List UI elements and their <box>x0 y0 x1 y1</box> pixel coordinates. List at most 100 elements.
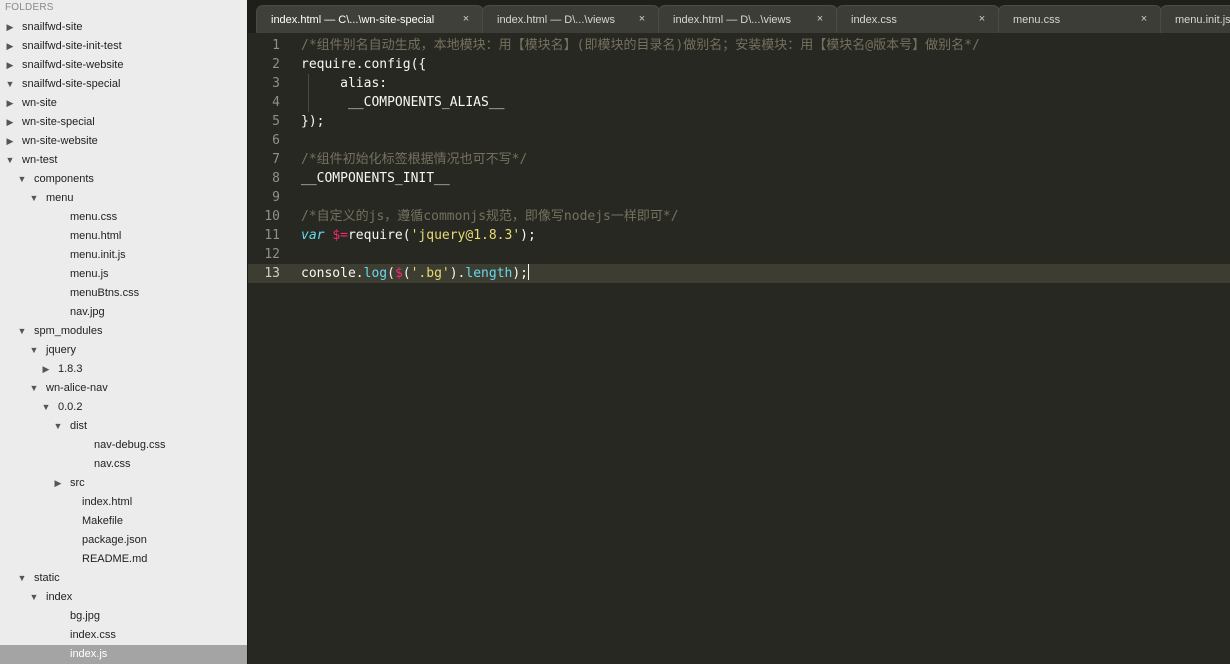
collapsed-arrow-icon[interactable]: ▶ <box>5 113 15 132</box>
line-code: alias: <box>301 74 387 93</box>
code-line[interactable]: 1 /*组件别名自动生成，本地模块：用【模块名】(即模块的目录名)做别名；安装模块… <box>248 36 1230 55</box>
tree-folder[interactable]: ▼ snailfwd-site-special <box>0 75 247 94</box>
close-tab-icon[interactable]: × <box>815 13 825 25</box>
tree-file[interactable]: package.json <box>0 531 247 550</box>
tree-folder[interactable]: ▶ wn-site-special <box>0 113 247 132</box>
tree-folder[interactable]: ▶ snailfwd-site <box>0 18 247 37</box>
collapsed-arrow-icon[interactable]: ▶ <box>5 18 15 37</box>
tree-folder[interactable]: ▶ src <box>0 474 247 493</box>
tree-folder[interactable]: ▼ wn-alice-nav <box>0 379 247 398</box>
expanded-arrow-icon[interactable]: ▼ <box>29 379 39 398</box>
tree-folder[interactable]: ▼ static <box>0 569 247 588</box>
collapsed-arrow-icon[interactable]: ▶ <box>5 37 15 56</box>
tree-file[interactable]: bg.jpg <box>0 607 247 626</box>
tree-file[interactable]: menu.css <box>0 208 247 227</box>
code-token: ); <box>512 266 529 281</box>
tree-folder[interactable]: ▼ wn-test <box>0 151 247 170</box>
tree-item-label: wn-alice-nav <box>46 382 108 394</box>
expanded-arrow-icon[interactable]: ▼ <box>17 569 27 588</box>
expanded-arrow-icon[interactable]: ▼ <box>53 417 63 436</box>
tree-item-label: wn-site-special <box>22 116 95 128</box>
tree-folder[interactable]: ▼ 0.0.2 <box>0 398 247 417</box>
tree-folder[interactable]: ▼ dist <box>0 417 247 436</box>
code-line[interactable]: 6 <box>248 131 1230 150</box>
collapsed-arrow-icon[interactable]: ▶ <box>53 474 63 493</box>
expanded-arrow-icon[interactable]: ▼ <box>41 398 51 417</box>
editor-tab[interactable]: index.css × <box>836 5 1000 33</box>
expanded-arrow-icon[interactable]: ▼ <box>29 341 39 360</box>
tree-folder[interactable]: ▶ wn-site <box>0 94 247 113</box>
code-line[interactable]: 7 /*组件初始化标签根据情况也可不写*/ <box>248 150 1230 169</box>
code-line[interactable]: 10 /*自定义的js，遵循commonjs规范，即像写nodejs一样即可*/ <box>248 207 1230 226</box>
tree-file[interactable]: menuBtns.css <box>0 284 247 303</box>
code-line[interactable]: 13 console.log($('.bg').length); <box>248 264 1230 283</box>
expanded-arrow-icon[interactable]: ▼ <box>17 322 27 341</box>
tab-label: index.html — D\...\views <box>497 14 615 26</box>
tree-folder[interactable]: ▼ index <box>0 588 247 607</box>
editor-tab[interactable]: menu.init.js <box>1160 5 1230 33</box>
sidebar: FOLDERS ▶ snailfwd-site ▶ snailfwd-site-ini… <box>0 0 247 664</box>
tree-file[interactable]: nav.jpg <box>0 303 247 322</box>
close-tab-icon[interactable]: × <box>977 13 987 25</box>
close-tab-icon[interactable]: × <box>637 13 647 25</box>
code-token: ). <box>449 266 466 281</box>
tree-file[interactable]: nav-debug.css <box>0 436 247 455</box>
code-editor[interactable]: 1 /*组件别名自动生成，本地模块：用【模块名】(即模块的目录名)做别名；安装模块… <box>248 33 1230 664</box>
collapsed-arrow-icon[interactable]: ▶ <box>41 360 51 379</box>
expanded-arrow-icon[interactable]: ▼ <box>5 75 15 94</box>
code-line[interactable]: 12 <box>248 245 1230 264</box>
line-number: 2 <box>272 57 280 72</box>
expanded-arrow-icon[interactable]: ▼ <box>5 151 15 170</box>
tree-folder[interactable]: ▼ jquery <box>0 341 247 360</box>
tree-folder[interactable]: ▶ 1.8.3 <box>0 360 247 379</box>
collapsed-arrow-icon[interactable]: ▶ <box>5 94 15 113</box>
code-line[interactable]: 2 require.config({ <box>248 55 1230 74</box>
tree-file[interactable]: menu.js <box>0 265 247 284</box>
close-tab-icon[interactable]: × <box>461 13 471 25</box>
tree-folder[interactable]: ▶ snailfwd-site-init-test <box>0 37 247 56</box>
tree-file[interactable]: menu.init.js <box>0 246 247 265</box>
tree-file[interactable]: README.md <box>0 550 247 569</box>
expanded-arrow-icon[interactable]: ▼ <box>29 189 39 208</box>
code-line[interactable]: 4 __COMPONENTS_ALIAS__ <box>248 93 1230 112</box>
code-token: var <box>301 228 325 243</box>
code-line[interactable]: 5}); <box>248 112 1230 131</box>
tree-item-label: menu.css <box>70 211 118 223</box>
code-token: ); <box>520 228 536 243</box>
tree-folder[interactable]: ▼ components <box>0 170 247 189</box>
code-line[interactable]: 9 <box>248 188 1230 207</box>
line-code: /*自定义的js，遵循commonjs规范，即像写nodejs一样即可*/ <box>301 207 679 226</box>
collapsed-arrow-icon[interactable]: ▶ <box>5 132 15 151</box>
tree-file[interactable]: index.js <box>0 645 247 664</box>
editor-tab[interactable]: menu.css × <box>998 5 1162 33</box>
code-line[interactable]: 8 __COMPONENTS_INIT__ <box>248 169 1230 188</box>
code-token: /*组件初始化标签根据情况也可不写*/ <box>301 152 528 167</box>
tree-file[interactable]: Makefile <box>0 512 247 531</box>
editor-tab[interactable]: index.html — D\...\views × <box>658 5 838 33</box>
close-tab-icon[interactable]: × <box>1139 13 1149 25</box>
code-line[interactable]: 11 var $=require('jquery@1.8.3'); <box>248 226 1230 245</box>
tree-file[interactable]: nav.css <box>0 455 247 474</box>
tree-file[interactable]: menu.html <box>0 227 247 246</box>
tree-item-label: dist <box>70 420 88 432</box>
tab-label: index.css <box>851 14 897 26</box>
tree-item-label: snailfwd-site-init-test <box>22 40 122 52</box>
expanded-arrow-icon[interactable]: ▼ <box>29 588 39 607</box>
editor-tab[interactable]: index.html — D\...\views × <box>482 5 660 33</box>
line-code: }); <box>301 112 324 131</box>
tree-item-label: package.json <box>82 534 147 546</box>
tree-item-label: nav-debug.css <box>94 439 166 451</box>
tree-folder[interactable]: ▶ snailfwd-site-website <box>0 56 247 75</box>
tree-file[interactable]: index.html <box>0 493 247 512</box>
tree-folder[interactable]: ▶ wn-site-website <box>0 132 247 151</box>
editor-tab[interactable]: index.html — C\...\wn-site-special × <box>256 5 484 33</box>
tree-folder[interactable]: ▼ menu <box>0 189 247 208</box>
tree-file[interactable]: index.css <box>0 626 247 645</box>
collapsed-arrow-icon[interactable]: ▶ <box>5 56 15 75</box>
code-line[interactable]: 3 alias: <box>248 74 1230 93</box>
tree-folder[interactable]: ▼ spm_modules <box>0 322 247 341</box>
code-token: require( <box>347 228 411 243</box>
code-token: __COMPONENTS_ALIAS__ <box>301 95 505 110</box>
expanded-arrow-icon[interactable]: ▼ <box>17 170 27 189</box>
code-token: 'jquery@1.8.3' <box>410 228 521 243</box>
